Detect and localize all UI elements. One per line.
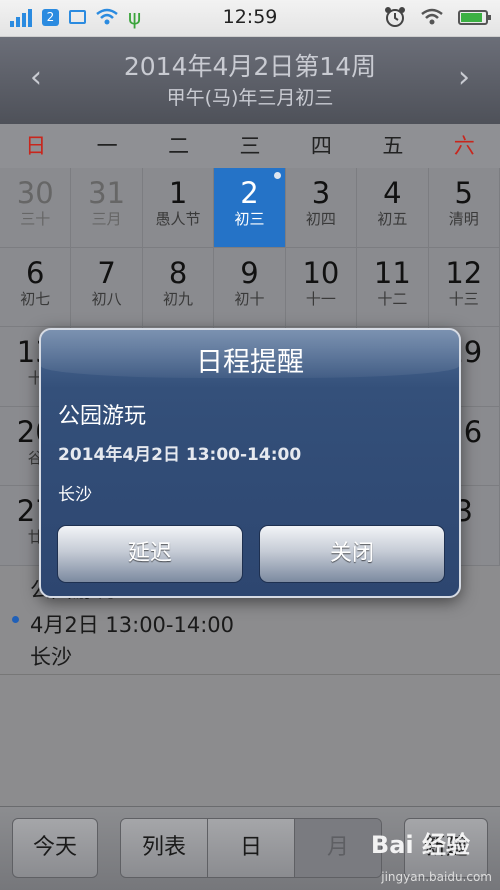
weekday-sun: 日 [25, 134, 47, 158]
lunar-day: 三月 [91, 210, 122, 228]
lunar-day: 三十 [20, 210, 51, 228]
weekday-sat: 六 [453, 134, 475, 158]
day-number: 5 [454, 176, 473, 210]
calendar-day-cell[interactable]: 4 初五 [357, 168, 429, 248]
close-button[interactable]: 关闭 [259, 525, 445, 583]
postpone-button[interactable]: 延迟 [57, 525, 243, 583]
calendar-day-cell[interactable]: 31 三月 [71, 168, 143, 248]
calendar-header: ‹ 2014年4月2日第14周 甲午(马)年三月初三 › [0, 37, 500, 124]
day-number: 9 [240, 255, 259, 290]
watermark-logo: Bai 经验 [370, 831, 470, 859]
weekday-tue: 二 [168, 134, 190, 158]
calendar-day-cell[interactable]: 3 初四 [285, 168, 358, 248]
today-button[interactable]: 今天 [12, 818, 98, 878]
weekday-fri: 五 [382, 134, 404, 158]
lunar-day: 清明 [448, 210, 479, 228]
calendar-day-cell[interactable]: 11 十二 [357, 247, 429, 328]
divider [0, 674, 500, 675]
event-dot-icon [273, 172, 281, 179]
weekday-wed: 三 [239, 134, 261, 158]
alarm-icon [385, 7, 405, 27]
day-view-button[interactable]: 日 [208, 819, 295, 877]
agenda-event-time[interactable]: 4月2日 13:00-14:00 [30, 609, 234, 639]
lunar-day: 十三 [448, 289, 479, 308]
battery-icon [458, 9, 491, 25]
lunar-day: 初四 [305, 210, 336, 228]
day-number: 12 [445, 255, 483, 290]
event-dot-icon [12, 616, 19, 623]
lunar-day: 初十 [234, 289, 265, 308]
status-bar: 2 ψ 12:59 [0, 0, 500, 37]
watermark-url: jingyan.baidu.com [381, 870, 492, 884]
reminder-dialog: 日程提醒 公园游玩 2014年4月2日 13:00-14:00 长沙 延迟 关闭 [39, 328, 461, 598]
day-number: 7 [97, 255, 116, 290]
calendar-day-cell[interactable]: 6 初七 [0, 247, 72, 328]
day-number: 30 [16, 176, 54, 210]
lunar-day: 初五 [377, 210, 408, 228]
lunar-day: 十一 [305, 289, 336, 308]
day-number: 2 [240, 176, 259, 210]
dialog-event-time: 2014年4月2日 13:00-14:00 [58, 445, 302, 465]
bottom-toolbar: 今天 列表 日 月 新建 Bai 经验 jingyan.baidu.com [0, 806, 500, 890]
weekday-row: 日 一 二 三 四 五 六 [0, 124, 500, 168]
lunar-day: 初三 [234, 210, 265, 228]
weekday-thu: 四 [310, 134, 332, 158]
dialog-event-title: 公园游玩 [58, 404, 147, 429]
calendar-day-cell[interactable]: 30 三十 [0, 168, 72, 248]
list-view-button[interactable]: 列表 [121, 819, 208, 877]
day-number: 11 [373, 255, 411, 290]
calendar-day-cell[interactable]: 8 初九 [142, 247, 215, 328]
month-view-button[interactable]: 月 [295, 819, 381, 877]
calendar-day-cell[interactable]: 7 初八 [71, 247, 143, 328]
lunar-date: 甲午(马)年三月初三 [166, 87, 334, 109]
calendar-day-cell[interactable]: 12 十三 [428, 247, 500, 328]
calendar-day-cell[interactable]: 2 初三 [214, 168, 286, 248]
lunar-day: 初七 [20, 289, 51, 308]
agenda-panel: 公园游玩 4月2日 13:00-14:00 长沙 [0, 566, 500, 806]
day-number: 31 [88, 176, 126, 210]
page-title: 2014年4月2日第14周 [123, 52, 377, 81]
lunar-day: 愚人节 [155, 210, 201, 228]
next-month-button[interactable]: › [458, 63, 470, 93]
lunar-day: 初九 [163, 289, 194, 308]
lunar-day: 初八 [91, 289, 122, 308]
day-number: 4 [383, 176, 402, 210]
agenda-event-place[interactable]: 长沙 [30, 641, 72, 671]
dialog-title: 日程提醒 [196, 347, 304, 378]
day-number: 1 [168, 176, 188, 210]
weekday-mon: 一 [96, 134, 118, 158]
day-number: 6 [25, 255, 45, 290]
day-number: 3 [311, 176, 331, 210]
calendar-day-cell[interactable]: 1 愚人节 [142, 168, 215, 248]
lunar-day: 十二 [377, 289, 408, 308]
dialog-event-place: 长沙 [58, 485, 92, 505]
calendar-day-cell[interactable]: 10 十一 [285, 247, 358, 328]
wifi-icon [421, 8, 443, 25]
calendar-day-cell[interactable]: 9 初十 [214, 247, 286, 328]
view-switcher: 列表 日 月 [120, 818, 382, 878]
calendar-day-cell[interactable]: 5 清明 [428, 168, 500, 248]
day-number: 8 [168, 255, 188, 290]
day-number: 10 [302, 255, 340, 290]
